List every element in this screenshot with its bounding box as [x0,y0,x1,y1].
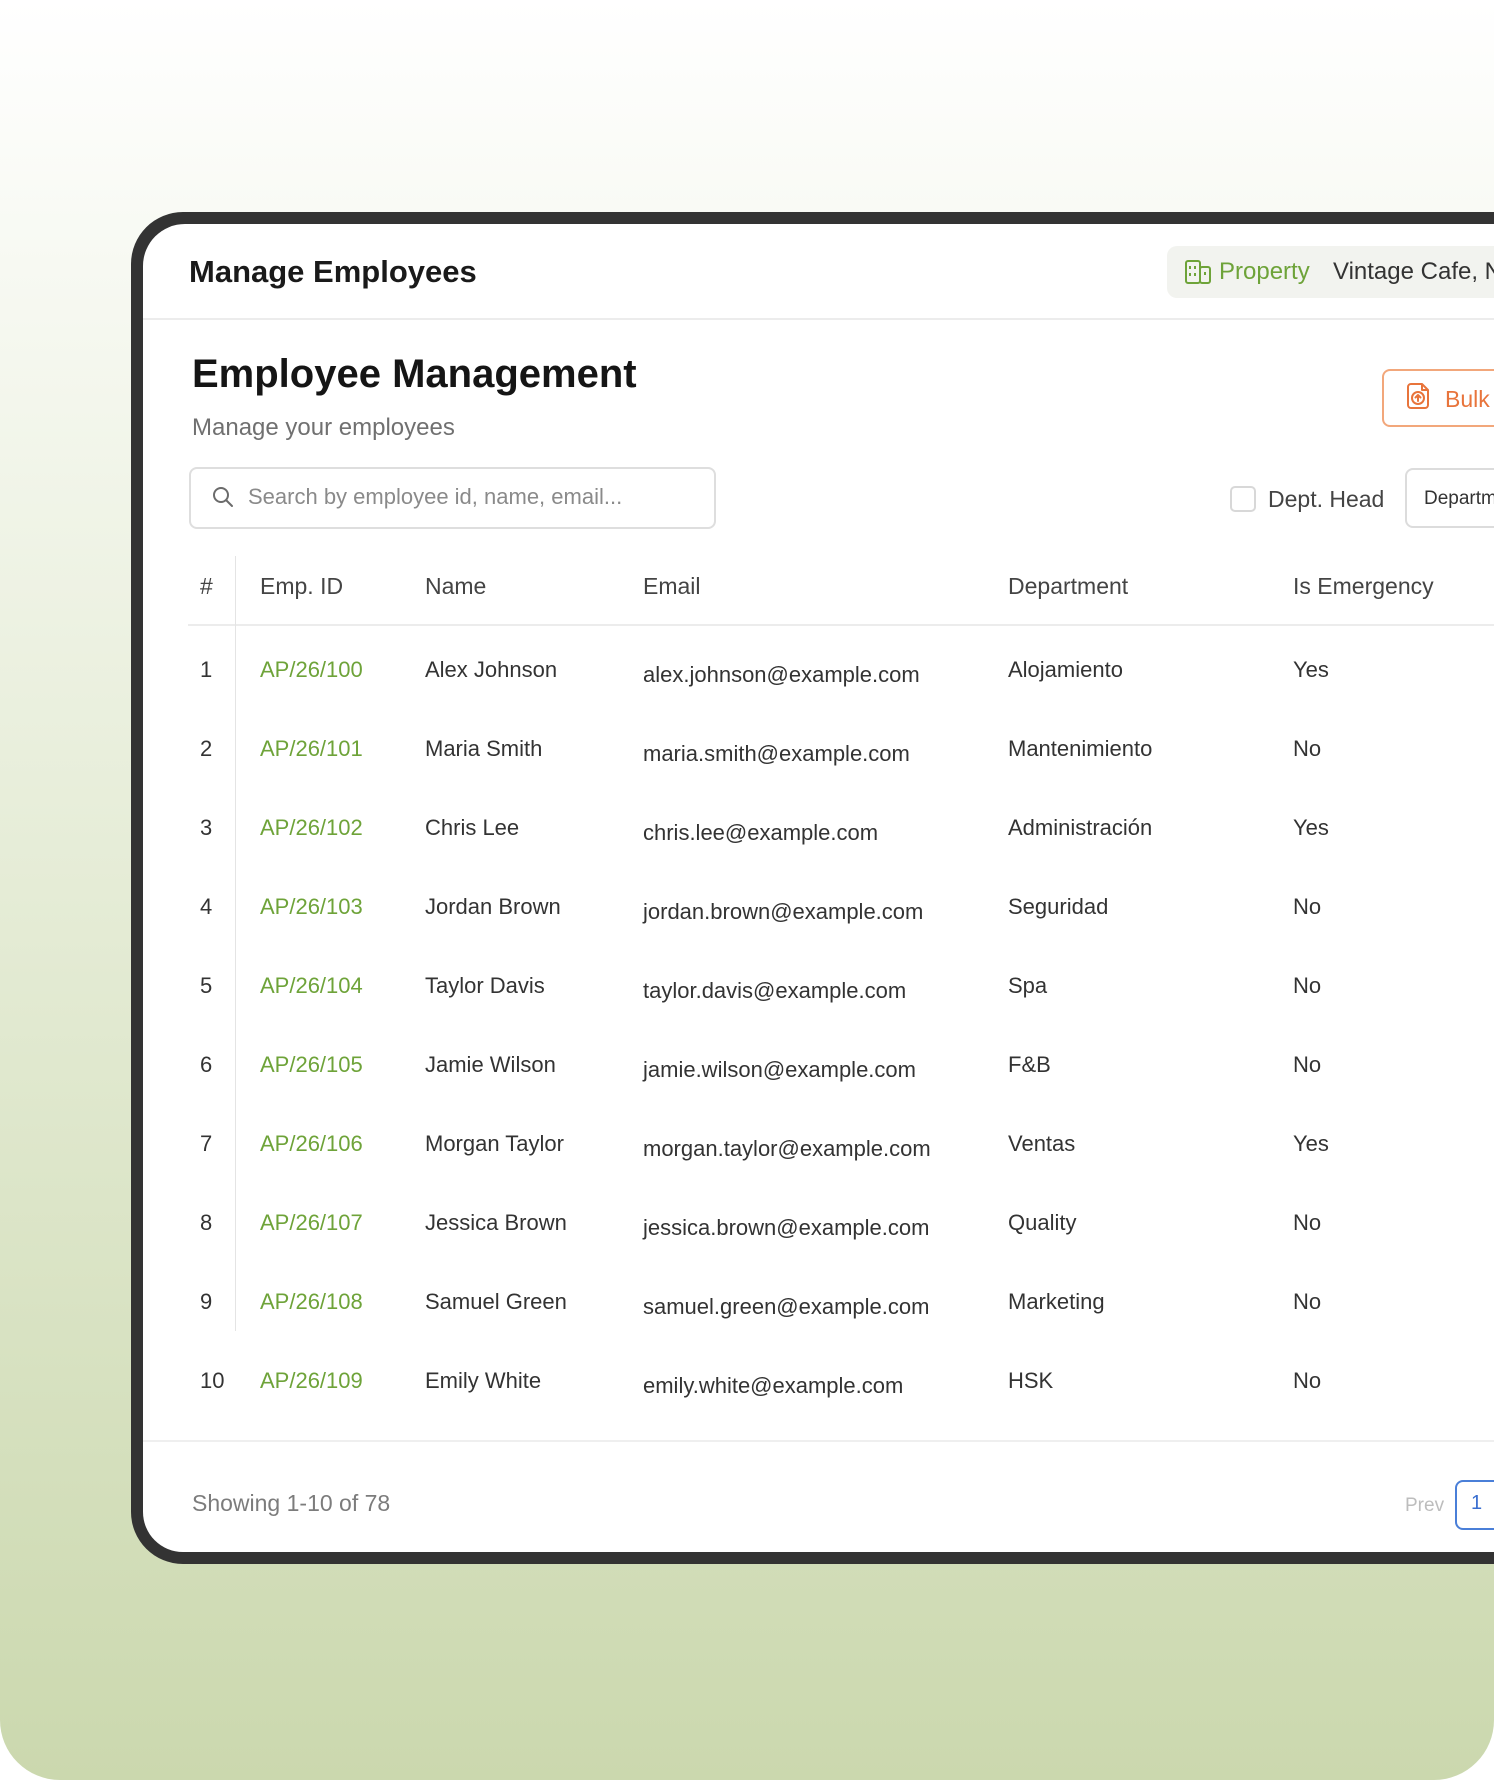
employee-email: jamie.wilson@example.com [643,1057,916,1082]
employee-id-link[interactable]: AP/26/103 [260,894,363,920]
employee-name: Samuel Green [425,1289,567,1314]
column-header-name[interactable]: Name [425,573,486,600]
row-number: 2 [200,736,213,761]
employee-name: Emily White [425,1368,542,1393]
employee-department: Spa [1008,973,1048,998]
footer-divider [143,1440,1494,1442]
row-number: 7 [200,1131,213,1156]
employee-is-emergency: No [1293,1210,1322,1235]
employee-department: Ventas [1008,1131,1076,1156]
property-value[interactable]: Vintage Cafe, N [1333,258,1494,286]
dept-head-label: Dept. Head [1268,486,1385,512]
department-select-label: Departm [1424,488,1494,509]
employee-email: taylor.davis@example.com [643,978,907,1003]
table-row[interactable]: 2 AP/26/101 Maria Smith maria.smith@exam… [143,708,1494,787]
row-number: 5 [200,973,213,998]
table-row[interactable]: 1 AP/26/100 Alex Johnson alex.johnson@ex… [143,629,1494,708]
page-subtitle: Manage your employees [192,414,455,441]
bulk-button-label: Bulk [1445,386,1490,412]
employee-email: maria.smith@example.com [643,741,910,766]
employee-id-link[interactable]: AP/26/102 [260,815,363,841]
employee-name: Jessica Brown [425,1210,567,1235]
page-title: Employee Management [192,352,637,396]
top-bar: Manage Employees Property Vintage Cafe, … [143,224,1494,320]
table-body: 1 AP/26/100 Alex Johnson alex.johnson@ex… [143,629,1494,1419]
upload-file-icon [1407,383,1429,409]
employee-is-emergency: No [1293,736,1322,761]
employee-id-link[interactable]: AP/26/104 [260,973,363,999]
table-row[interactable]: 10 AP/26/109 Emily White emily.white@exa… [143,1340,1494,1419]
property-label: Property [1219,258,1310,285]
employee-is-emergency: No [1293,1052,1322,1077]
table-row[interactable]: 5 AP/26/104 Taylor Davis taylor.davis@ex… [143,945,1494,1024]
employee-id-link[interactable]: AP/26/108 [260,1289,363,1315]
row-number: 4 [200,894,213,919]
employee-id-link[interactable]: AP/26/100 [260,657,363,683]
table-row[interactable]: 3 AP/26/102 Chris Lee chris.lee@example.… [143,787,1494,866]
employee-email: alex.johnson@example.com [643,662,920,687]
employee-department: Alojamiento [1008,657,1123,682]
page-1-label: 1 [1471,1492,1483,1514]
column-header-email[interactable]: Email [643,573,701,600]
employee-id-link[interactable]: AP/26/105 [260,1052,363,1078]
employee-name: Morgan Taylor [425,1131,564,1156]
row-number: 10 [200,1368,225,1393]
column-header-is-emergency[interactable]: Is Emergency [1293,573,1434,600]
employee-department: Administración [1008,815,1153,840]
employee-email: jessica.brown@example.com [643,1215,930,1240]
column-header-emp-id[interactable]: Emp. ID [260,573,343,600]
row-number: 3 [200,815,213,840]
column-header-department[interactable]: Department [1008,573,1128,600]
app-screen: Manage Employees Property Vintage Cafe, … [143,224,1494,1552]
row-number: 9 [200,1289,213,1314]
table-row[interactable]: 4 AP/26/103 Jordan Brown jordan.brown@ex… [143,866,1494,945]
employee-department: Mantenimiento [1008,736,1153,761]
employee-name: Chris Lee [425,815,520,840]
row-number: 1 [200,657,213,682]
building-icon [1185,260,1211,284]
dept-head-checkbox[interactable] [1230,486,1256,512]
employee-id-link[interactable]: AP/26/101 [260,736,363,762]
employee-email: chris.lee@example.com [643,820,879,845]
search-icon [213,487,233,507]
employee-department: HSK [1008,1368,1054,1393]
employee-name: Jamie Wilson [425,1052,556,1077]
employee-is-emergency: No [1293,973,1322,998]
employee-is-emergency: No [1293,894,1322,919]
employee-id-link[interactable]: AP/26/106 [260,1131,363,1157]
employee-department: Seguridad [1008,894,1109,919]
employee-name: Jordan Brown [425,894,561,919]
employee-name: Alex Johnson [425,657,558,682]
table-row[interactable]: 6 AP/26/105 Jamie Wilson jamie.wilson@ex… [143,1024,1494,1103]
employee-email: samuel.green@example.com [643,1294,930,1319]
employee-email: emily.white@example.com [643,1373,904,1398]
employee-id-link[interactable]: AP/26/107 [260,1210,363,1236]
search-input[interactable] [246,478,700,516]
employee-email: morgan.taylor@example.com [643,1136,931,1161]
employee-is-emergency: No [1293,1289,1322,1314]
table-row[interactable]: 7 AP/26/106 Morgan Taylor morgan.taylor@… [143,1103,1494,1182]
row-number: 8 [200,1210,213,1235]
row-number: 6 [200,1052,213,1077]
table-row[interactable]: 9 AP/26/108 Samuel Green samuel.green@ex… [143,1261,1494,1340]
employee-department: Quality [1008,1210,1077,1235]
table-row[interactable]: 8 AP/26/107 Jessica Brown jessica.brown@… [143,1182,1494,1261]
employee-name: Maria Smith [425,736,543,761]
employee-id-link[interactable]: AP/26/109 [260,1368,363,1394]
employee-is-emergency: Yes [1293,657,1329,682]
employee-is-emergency: No [1293,1368,1322,1393]
column-header-number[interactable]: # [200,573,213,600]
employee-email: jordan.brown@example.com [643,899,924,924]
employee-department: F&B [1008,1052,1051,1077]
table-header-divider [188,624,1494,626]
employee-department: Marketing [1008,1289,1105,1314]
app-title: Manage Employees [189,254,477,289]
employee-is-emergency: Yes [1293,815,1329,840]
pagination-summary: Showing 1-10 of 78 [192,1490,391,1516]
employee-name: Taylor Davis [425,973,545,998]
prev-page-button[interactable]: Prev [1405,1495,1444,1517]
employee-is-emergency: Yes [1293,1131,1329,1156]
